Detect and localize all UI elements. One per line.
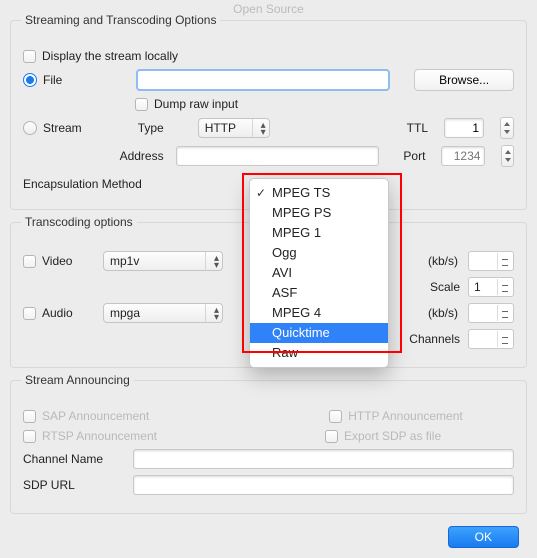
encap-method-label: Encapsulation Method (23, 177, 142, 191)
channels-select[interactable] (468, 329, 514, 349)
encap-option-ogg[interactable]: Ogg (250, 243, 388, 263)
ttl-input[interactable] (444, 118, 484, 138)
channels-label: Channels (409, 332, 460, 346)
display-locally-checkbox[interactable]: Display the stream locally (23, 49, 178, 63)
audio-label: Audio (42, 306, 73, 320)
audio-checkbox[interactable]: Audio (23, 306, 93, 320)
ttl-stepper[interactable] (500, 117, 514, 139)
scale-value: 1 (474, 280, 481, 294)
port-stepper[interactable] (501, 145, 514, 167)
dump-raw-checkbox[interactable]: Dump raw input (135, 97, 238, 111)
checkbox-box-icon (325, 430, 338, 443)
file-path-input[interactable] (136, 69, 390, 91)
encap-option-asf[interactable]: ASF (250, 283, 388, 303)
scale-select[interactable]: 1 (468, 277, 514, 297)
export-sdp-checkbox: Export SDP as file (325, 429, 441, 443)
chevron-updown-icon: ▴▾ (214, 307, 219, 321)
checkbox-box-icon (23, 430, 36, 443)
encap-option-mpeg-ts[interactable]: ✓ MPEG TS (250, 183, 388, 203)
encap-option-label: MPEG 4 (272, 305, 321, 320)
dest-file-radio[interactable]: File (23, 73, 62, 87)
display-locally-label: Display the stream locally (42, 49, 178, 63)
encap-method-menu[interactable]: ✓ MPEG TS MPEG PS MPEG 1 Ogg AVI ASF MPEG 4 Quic… (249, 178, 389, 368)
audio-kbps-label: (kb/s) (428, 306, 458, 320)
checkbox-box-icon (23, 50, 36, 63)
port-input[interactable] (441, 146, 485, 166)
encap-option-label: ASF (272, 285, 297, 300)
sdp-url-label: SDP URL (23, 478, 123, 492)
port-label: Port (403, 149, 425, 163)
type-label: Type (138, 121, 186, 135)
ok-button[interactable]: OK (448, 526, 519, 548)
sap-label: SAP Announcement (42, 409, 149, 423)
encap-option-label: MPEG TS (272, 185, 330, 200)
encap-option-avi[interactable]: AVI (250, 263, 388, 283)
audio-codec-value: mpga (110, 306, 140, 320)
video-checkbox[interactable]: Video (23, 254, 93, 268)
rtsp-checkbox: RTSP Announcement (23, 429, 157, 443)
scale-label: Scale (430, 280, 460, 294)
encap-option-label: MPEG 1 (272, 225, 321, 240)
encap-option-mpeg-4[interactable]: MPEG 4 (250, 303, 388, 323)
sdp-url-input[interactable] (133, 475, 514, 495)
http-ann-label: HTTP Announcement (348, 409, 463, 423)
encap-option-label: AVI (272, 265, 292, 280)
channel-name-label: Channel Name (23, 452, 123, 466)
checkbox-box-icon (23, 307, 36, 320)
video-kbps-label: (kb/s) (428, 254, 458, 268)
channel-name-input[interactable] (133, 449, 514, 469)
checkbox-box-icon (23, 255, 36, 268)
encap-option-label: Quicktime (272, 325, 330, 340)
video-codec-value: mp1v (110, 254, 139, 268)
encap-option-label: Raw (272, 345, 298, 360)
radio-dot-icon (23, 73, 37, 87)
address-label: Address (120, 149, 164, 163)
dest-stream-radio[interactable]: Stream (23, 121, 82, 135)
address-input[interactable] (176, 146, 380, 166)
legend-streaming: Streaming and Transcoding Options (21, 13, 220, 27)
chevron-updown-icon: ▴▾ (261, 122, 266, 136)
encap-option-quicktime[interactable]: Quicktime (250, 323, 388, 343)
http-ann-checkbox: HTTP Announcement (329, 409, 463, 423)
encap-option-mpeg-1[interactable]: MPEG 1 (250, 223, 388, 243)
encap-option-label: MPEG PS (272, 205, 331, 220)
sap-checkbox: SAP Announcement (23, 409, 149, 423)
checkbox-box-icon (135, 98, 148, 111)
audio-codec-select[interactable]: mpga ▴▾ (103, 303, 223, 323)
encap-option-mpeg-ps[interactable]: MPEG PS (250, 203, 388, 223)
export-sdp-label: Export SDP as file (344, 429, 441, 443)
audio-bitrate-select[interactable] (468, 303, 514, 323)
radio-dot-icon (23, 121, 37, 135)
video-bitrate-select[interactable] (468, 251, 514, 271)
stream-type-value: HTTP (205, 121, 236, 135)
checkbox-box-icon (23, 410, 36, 423)
encap-option-raw[interactable]: Raw (250, 343, 388, 363)
chevron-updown-icon: ▴▾ (214, 255, 219, 269)
check-icon: ✓ (256, 185, 266, 201)
group-stream-announcing: Stream Announcing SAP Announcement HTTP … (10, 380, 527, 514)
legend-announcing: Stream Announcing (21, 373, 134, 387)
dump-raw-label: Dump raw input (154, 97, 238, 111)
rtsp-label: RTSP Announcement (42, 429, 157, 443)
dest-file-label: File (43, 73, 62, 87)
video-label: Video (42, 254, 72, 268)
legend-transcoding: Transcoding options (21, 215, 137, 229)
encap-option-label: Ogg (272, 245, 297, 260)
checkbox-box-icon (329, 410, 342, 423)
ttl-label: TTL (407, 121, 428, 135)
video-codec-select[interactable]: mp1v ▴▾ (103, 251, 223, 271)
stream-type-select[interactable]: HTTP ▴▾ (198, 118, 270, 138)
dest-stream-label: Stream (43, 121, 82, 135)
browse-button[interactable]: Browse... (414, 69, 514, 91)
